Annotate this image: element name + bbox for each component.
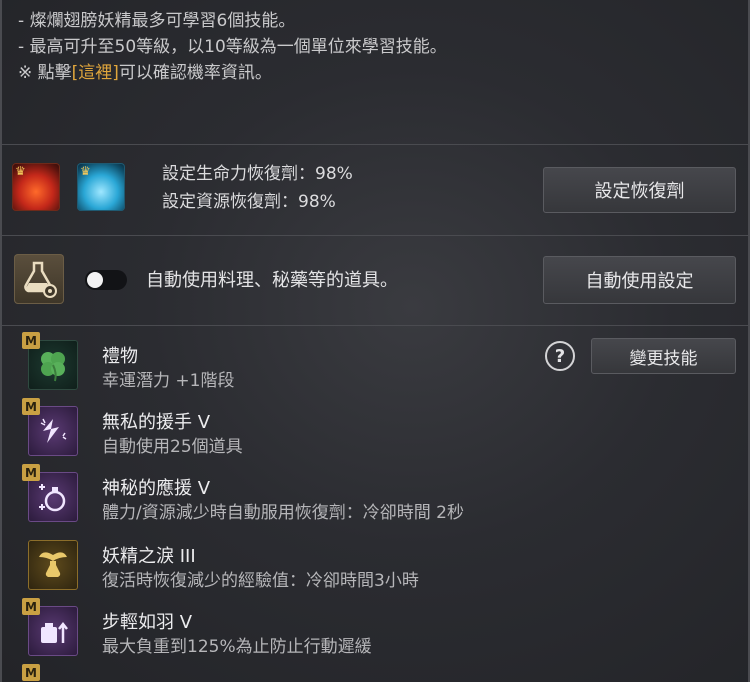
skill-name: 步輕如羽 V [102,612,193,633]
skill-item-partial: M [22,664,542,682]
mastery-badge: M [22,332,40,349]
resource-potion-icon: ♛ [77,163,125,211]
skill-name: 神秘的應援 V [102,478,211,499]
skill-item: M 神秘的應援 V 體力/資源減少時自動服用恢復劑：冷卻時間 2秒 [22,464,542,526]
recovery-settings-text: 設定生命力恢復劑：98% 設定資源恢復劑：98% [162,160,353,216]
mastery-badge: M [22,398,40,415]
hp-potion-icon: ♛ [12,163,60,211]
divider [2,325,748,326]
resource-recovery-label: 設定資源恢復劑：98% [162,192,336,212]
hp-recovery-label: 設定生命力恢復劑：98% [162,164,353,184]
skill-description: 最大負重到125%為止防止行動遲緩 [102,637,372,657]
skill-name: 禮物 [102,346,138,367]
flask-gear-icon [14,254,64,304]
note-max-skills: - 燦爛翅膀妖精最多可學習6個技能。 [18,11,296,31]
note-probability: ※ 點擊[這裡]可以確認機率資訊。 [18,60,447,86]
skill-description: 自動使用25個道具 [102,437,243,457]
info-notes: - 燦爛翅膀妖精最多可學習6個技能。 - 最高可升至50等級，以10等級為一個單… [18,8,447,86]
auto-use-toggle[interactable] [85,270,127,290]
skill-name: 無私的援手 V [102,412,211,433]
mastery-badge: M [22,664,40,681]
skill-name: 妖精之淚 III [102,546,196,567]
note-suffix: 可以確認機率資訊。 [118,63,272,83]
fairy-skill-panel: - 燦爛翅膀妖精最多可學習6個技能。 - 最高可升至50等級，以10等級為一個單… [0,0,750,682]
divider [2,235,748,236]
note-prefix: ※ 點擊 [18,63,72,83]
skill-item: M 禮物 幸運潛力 +1階段 [22,332,542,394]
winged-vial-icon [28,540,78,590]
auto-use-label: 自動使用料理、秘藥等的道具。 [146,270,398,291]
toggle-knob [87,272,103,288]
set-recovery-button[interactable]: 設定恢復劑 [543,167,736,213]
note-max-level: - 最高可升至50等級，以10等級為一個單位來學習技能。 [18,37,447,57]
crown-icon: ♛ [80,164,91,178]
help-icon[interactable]: ? [545,341,575,371]
skill-item: M 步輕如羽 V 最大負重到125%為止防止行動遲緩 [22,598,542,660]
mastery-badge: M [22,464,40,481]
mastery-badge: M [22,598,40,615]
skill-description: 復活時恢復減少的經驗值：冷卻時間3小時 [102,571,419,591]
auto-use-settings-button[interactable]: 自動使用設定 [543,256,736,304]
crown-icon: ♛ [15,164,26,178]
skill-item: 妖精之淚 III 復活時恢復減少的經驗值：冷卻時間3小時 [22,532,542,594]
panel-left-border [0,0,2,682]
skill-item: M 無私的援手 V 自動使用25個道具 [22,398,542,460]
change-skill-button[interactable]: 變更技能 [591,338,736,374]
divider [2,144,748,145]
probability-link[interactable]: [這裡] [72,63,119,83]
skill-description: 體力/資源減少時自動服用恢復劑：冷卻時間 2秒 [102,503,464,523]
skill-description: 幸運潛力 +1階段 [102,371,235,391]
